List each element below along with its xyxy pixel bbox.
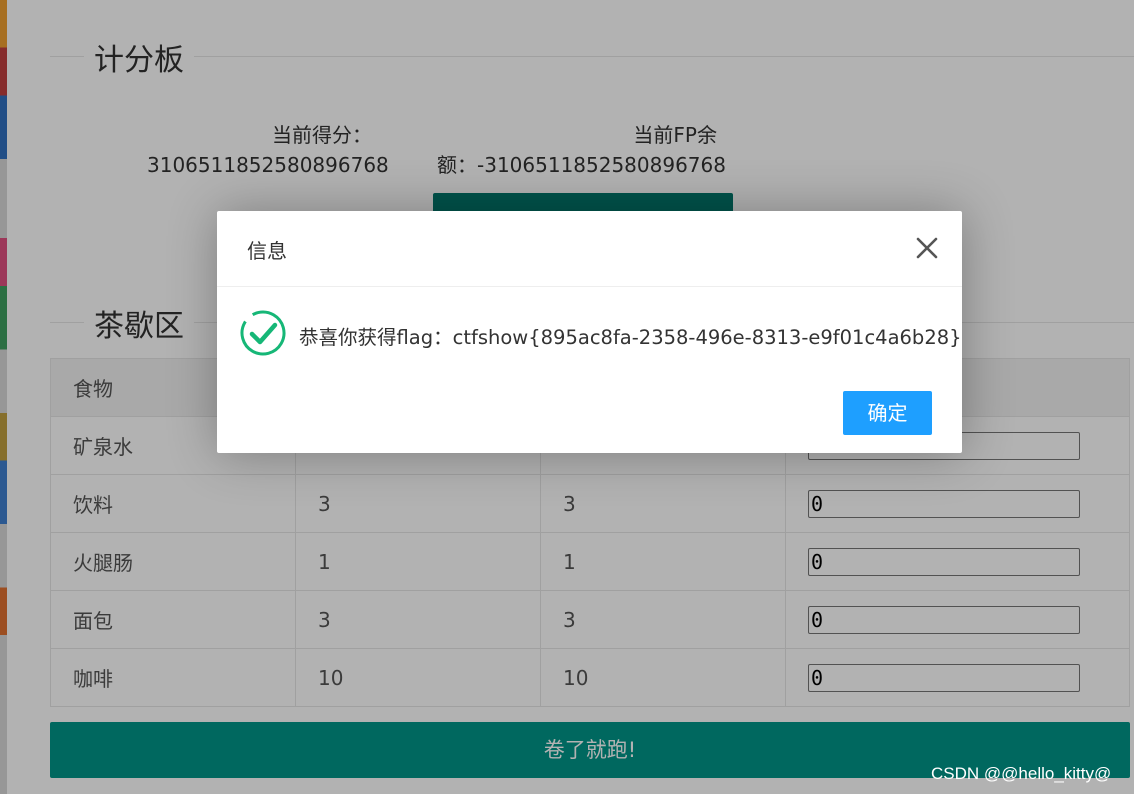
- info-dialog: 信息 恭喜你获得flag：ctfshow{895ac8fa-2358-496e-…: [217, 211, 962, 453]
- success-check-icon: [240, 310, 286, 356]
- dialog-message: 恭喜你获得flag：ctfshow{895ac8fa-2358-496e-831…: [299, 326, 962, 349]
- dialog-title: 信息: [247, 239, 287, 263]
- dialog-header: 信息: [217, 211, 962, 287]
- confirm-button[interactable]: 确定: [843, 391, 932, 435]
- csdn-watermark: CSDN @@hello_kitty@: [931, 764, 1112, 783]
- close-icon[interactable]: [913, 234, 941, 262]
